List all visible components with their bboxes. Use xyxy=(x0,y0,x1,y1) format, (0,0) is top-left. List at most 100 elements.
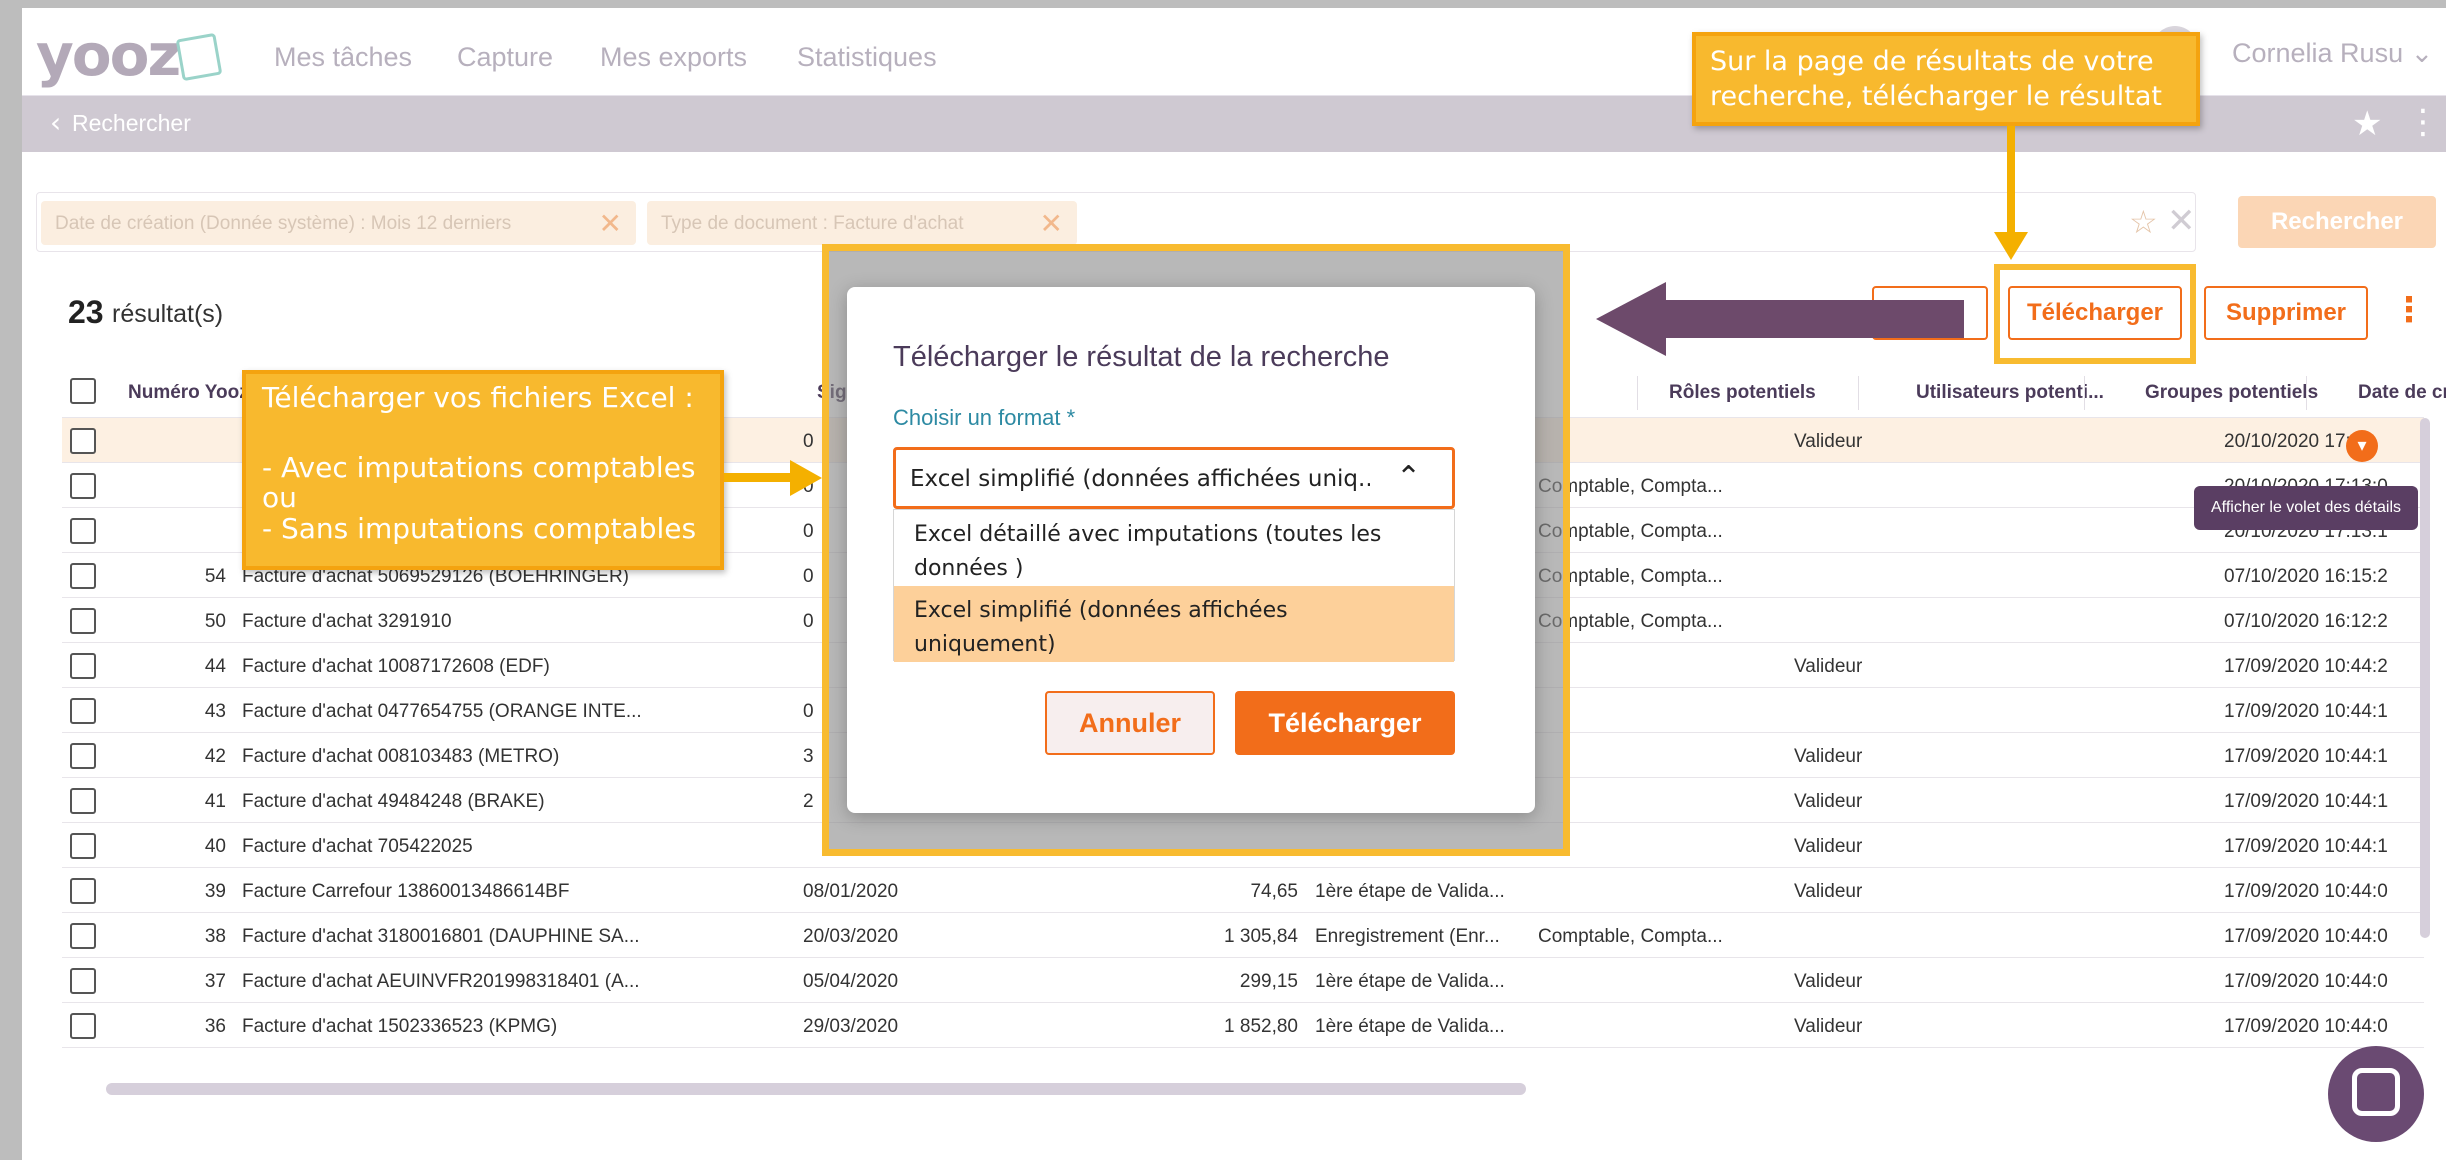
row-checkbox[interactable] xyxy=(70,428,96,454)
cell-doc: Facture d'achat 0477654755 (ORANGE INTE.… xyxy=(242,701,642,722)
cell-num: 50 xyxy=(204,611,226,632)
dialog-title: Télécharger le résultat de la recherche xyxy=(893,341,1390,373)
table-row[interactable]: 36 Facture d'achat 1502336523 (KPMG) 29/03… xyxy=(62,1003,2424,1048)
details-toggle-icon[interactable]: ▾ xyxy=(2346,430,2378,462)
cell-created: 17/09/2020 10:44:17 xyxy=(2224,701,2388,722)
cell-created: 07/10/2020 16:15:28 xyxy=(2224,566,2388,587)
arrow-shaft xyxy=(1664,300,1964,338)
column-header[interactable]: Date de création d... xyxy=(2358,382,2446,404)
breadcrumb-label[interactable]: Rechercher xyxy=(72,110,191,137)
select-all-checkbox[interactable] xyxy=(70,378,96,404)
callout-text: Sur la page de résultats de votre xyxy=(1710,46,2154,77)
cell-num: 41 xyxy=(204,791,226,812)
back-icon[interactable]: ‹ xyxy=(50,106,61,139)
chat-button[interactable] xyxy=(2328,1046,2424,1142)
filter-chip-label: Type de document : Facture d'achat xyxy=(661,213,964,234)
format-option-detailed[interactable]: Excel détaillé avec imputations (toutes … xyxy=(894,510,1454,586)
filter-chip-type[interactable]: Type de document : Facture d'achat ✕ xyxy=(647,201,1077,245)
horizontal-scrollbar[interactable] xyxy=(106,1083,1526,1095)
cell-date: 0 xyxy=(803,701,814,722)
more-vertical-icon[interactable]: ⋮ xyxy=(2406,102,2440,142)
delete-button[interactable]: Supprimer xyxy=(2204,286,2368,340)
callout-top: Sur la page de résultats de votre recher… xyxy=(1692,32,2200,126)
nav-statistics[interactable]: Statistiques xyxy=(797,42,937,73)
close-icon[interactable]: ✕ xyxy=(1040,207,1063,240)
cell-amount: 74,65 xyxy=(1250,881,1298,902)
cell-roles: Comptable, Compta... xyxy=(1538,926,1723,947)
cell-num: 44 xyxy=(204,656,226,677)
column-header[interactable]: Utilisateurs potenti... xyxy=(1916,382,2104,404)
cell-users: Valideur xyxy=(1794,656,1863,677)
more-vertical-icon[interactable]: ⋮ xyxy=(2392,290,2426,330)
cell-num: 40 xyxy=(204,836,226,857)
tooltip: Afficher le volet des détails xyxy=(2194,486,2418,530)
callout-text: ou xyxy=(262,481,297,514)
cell-num: 43 xyxy=(204,701,226,722)
close-icon[interactable]: ✕ xyxy=(599,207,622,240)
logo-icon xyxy=(175,32,223,82)
cell-date: 0 xyxy=(803,521,814,542)
cell-created: 17/09/2020 10:44:21 xyxy=(2224,656,2388,677)
cell-num: 54 xyxy=(204,566,226,587)
cell-doc: Facture d'achat AEUINVFR201998318401 (A.… xyxy=(242,971,640,992)
row-checkbox[interactable] xyxy=(70,518,96,544)
star-icon[interactable]: ★ xyxy=(2352,104,2382,144)
callout-left: Télécharger vos fichiers Excel : - Avec … xyxy=(242,370,724,570)
cell-date: 0 xyxy=(803,611,814,632)
table-row[interactable]: 38 Facture d'achat 3180016801 (DAUPHINE S… xyxy=(62,913,2424,958)
table-row[interactable]: 37 Facture d'achat AEUINVFR201998318401 (… xyxy=(62,958,2424,1003)
filter-bar: Date de création (Donnée système) : Mois… xyxy=(36,192,2196,252)
cell-users: Valideur xyxy=(1794,836,1863,857)
nav-my-tasks[interactable]: Mes tâches xyxy=(274,42,412,73)
download-highlight xyxy=(1994,264,2196,364)
cell-doc: Facture d'achat 705422025 xyxy=(242,836,473,857)
nav-my-exports[interactable]: Mes exports xyxy=(600,42,747,73)
cell-users: Valideur xyxy=(1794,1016,1863,1037)
star-outline-icon[interactable]: ☆ xyxy=(2129,203,2158,241)
cell-doc: Facture d'achat 49484248 (BRAKE) xyxy=(242,791,545,812)
cell-date: 20/03/2020 xyxy=(803,926,899,947)
cell-doc: Facture d'achat 008103483 (METRO) xyxy=(242,746,560,767)
cell-num: 38 xyxy=(204,926,226,947)
cell-step: 1ère étape de Valida... xyxy=(1315,1016,1505,1037)
callout-text: - Sans imputations comptables xyxy=(262,512,697,545)
cell-doc: Facture d'achat 3291910 xyxy=(242,611,452,632)
table-row[interactable]: 39 Facture Carrefour 13860013486614BF 08/0… xyxy=(62,868,2424,913)
cell-users: Valideur xyxy=(1794,881,1863,902)
callout-text: - Avec imputations comptables xyxy=(262,451,696,484)
arrow-right-icon xyxy=(790,460,822,496)
clear-icon[interactable]: ✕ xyxy=(2167,201,2196,241)
callout-text: Télécharger vos fichiers Excel : xyxy=(262,381,694,414)
cell-created: 17/09/2020 10:44:09 xyxy=(2224,881,2388,902)
nav-capture[interactable]: Capture xyxy=(457,42,553,73)
cell-users: Valideur xyxy=(1794,746,1863,767)
filter-chip-date[interactable]: Date de création (Donnée système) : Mois… xyxy=(41,201,636,245)
chat-icon xyxy=(2352,1068,2400,1116)
vertical-scrollbar[interactable] xyxy=(2420,418,2430,938)
row-checkbox[interactable] xyxy=(70,473,96,499)
cell-doc: Facture d'achat 3180016801 (DAUPHINE SA.… xyxy=(242,926,640,947)
column-separator xyxy=(1637,376,1638,410)
column-header[interactable]: Groupes potentiels xyxy=(2145,382,2318,404)
column-separator xyxy=(2306,376,2307,410)
confirm-download-button[interactable]: Télécharger xyxy=(1235,691,1455,755)
user-menu[interactable]: Cornelia Rusu ⌄ xyxy=(2232,38,2433,69)
user-name: Cornelia Rusu xyxy=(2232,38,2404,68)
cell-num: 36 xyxy=(204,1016,226,1037)
cancel-button[interactable]: Annuler xyxy=(1045,691,1215,755)
chevron-down-icon: ⌄ xyxy=(2410,38,2434,68)
cell-users: Valideur xyxy=(1794,971,1863,992)
cell-step: 1ère étape de Valida... xyxy=(1315,971,1505,992)
cell-created: 17/09/2020 10:44:04 xyxy=(2224,1016,2388,1037)
column-separator xyxy=(1858,376,1859,410)
cell-created: 17/09/2020 10:44:12 xyxy=(2224,746,2388,767)
column-header[interactable]: Numéro Yooz xyxy=(128,382,249,404)
format-select[interactable]: Excel simplifié (données affichées uniq.… xyxy=(893,447,1455,509)
format-option-simplified[interactable]: Excel simplifié (données affichées uniqu… xyxy=(894,586,1454,662)
search-button[interactable]: Rechercher xyxy=(2238,196,2436,248)
column-header[interactable]: Rôles potentiels xyxy=(1669,382,1816,404)
chevron-up-icon: ⌃ xyxy=(1396,460,1422,495)
yooz-logo: yooz xyxy=(36,21,181,89)
cell-amount: 1 852,80 xyxy=(1224,1016,1298,1037)
cell-doc: Facture Carrefour 13860013486614BF xyxy=(242,881,570,902)
